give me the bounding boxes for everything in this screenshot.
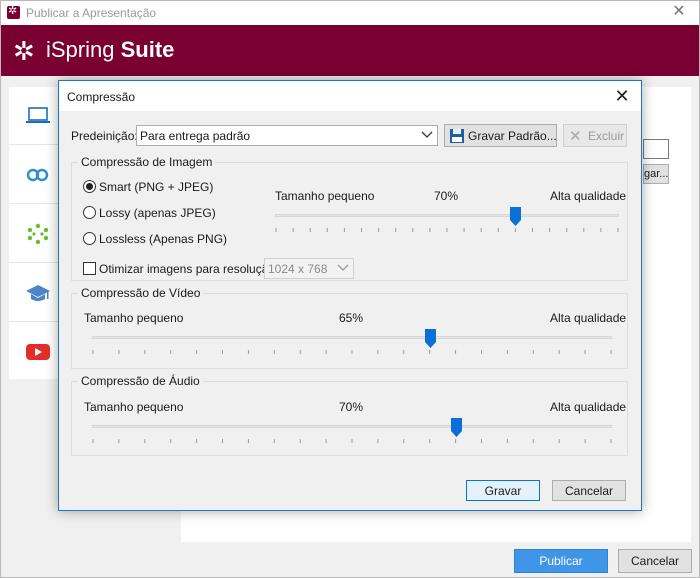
preset-select[interactable]: Para entrega padrão: [136, 125, 438, 146]
video-slider-max-label: Alta qualidade: [550, 311, 627, 325]
brand-name-part2: Suite: [120, 37, 175, 62]
window-titlebar: Publicar a Apresentação ✕: [1, 1, 699, 25]
delete-preset-label: Excluir: [588, 129, 625, 143]
audio-slider-ticks: [92, 439, 612, 443]
dialog-title: Compressão: [67, 90, 136, 104]
dialog-titlebar: Compressão ✕: [59, 81, 641, 111]
window-close-icon[interactable]: ✕: [669, 2, 689, 22]
radio-lossless[interactable]: [83, 232, 96, 245]
dialog-save-button[interactable]: Gravar: [466, 480, 540, 501]
brand-logo: iSpring Suite: [46, 37, 174, 63]
optimize-resolution-checkbox[interactable]: [83, 262, 96, 275]
audio-slider-thumb[interactable]: [450, 418, 462, 437]
publish-button[interactable]: Publicar: [514, 549, 608, 573]
radio-lossy-label: Lossy (apenas JPEG): [99, 206, 216, 220]
nav-item-my-computer[interactable]: [9, 87, 63, 145]
audio-slider-min-label: Tamanho pequeno: [84, 400, 184, 414]
publish-target-nav: [9, 87, 63, 379]
video-compression-title: Compressão de Vídeo: [78, 286, 204, 300]
dialog-close-icon[interactable]: ✕: [611, 85, 633, 107]
audio-slider-max-label: Alta qualidade: [550, 400, 627, 414]
radio-lossless-label: Lossless (Apenas PNG): [99, 232, 228, 246]
preset-label: Predeinição:: [71, 129, 138, 143]
image-compression-title: Compressão de Imagem: [78, 155, 216, 169]
compression-dialog: Compressão ✕ Predeinição: Para entrega p…: [58, 80, 642, 511]
save-preset-button[interactable]: Gravar Padrão...: [444, 124, 557, 147]
ispring-logo-icon: ✲: [13, 36, 35, 66]
cloud-link-icon: [26, 168, 49, 182]
brand-banner: ✲ iSpring Suite: [1, 25, 699, 76]
browse-button[interactable]: gar...: [643, 164, 669, 184]
chevron-down-icon: [337, 264, 349, 271]
ispring-flower-icon: [27, 223, 49, 245]
audio-compression-title: Compressão de Áudio: [78, 374, 203, 388]
save-preset-label: Gravar Padrão...: [468, 129, 557, 143]
preset-selected-value: Para entrega padrão: [140, 129, 251, 143]
image-slider-min-label: Tamanho pequeno: [275, 189, 375, 203]
youtube-icon: [26, 344, 50, 360]
video-compression-group: Compressão de Vídeo Tamanho pequeno 65% …: [71, 286, 628, 369]
browse-button-label: gar...: [644, 168, 669, 180]
nav-item-ispring-learn[interactable]: [9, 205, 63, 263]
laptop-icon: [26, 107, 50, 123]
video-slider-thumb[interactable]: [424, 329, 436, 348]
output-folder-input[interactable]: [643, 139, 669, 159]
chevron-down-icon: [421, 131, 433, 138]
image-slider-value-label: 70%: [434, 189, 459, 203]
nav-item-lms[interactable]: [9, 264, 63, 322]
radio-smart[interactable]: [83, 180, 96, 193]
video-slider-min-label: Tamanho pequeno: [84, 311, 184, 325]
window-title: Publicar a Apresentação: [26, 6, 157, 20]
cancel-button[interactable]: Cancelar: [618, 549, 692, 573]
optimize-resolution-label: Otimizar imagens para resolução:: [99, 262, 279, 276]
resolution-value: 1024 x 768: [268, 262, 328, 276]
image-slider-track[interactable]: [275, 214, 619, 217]
delete-x-icon: ✕: [569, 128, 582, 145]
audio-slider-track[interactable]: [92, 425, 612, 428]
dialog-cancel-button[interactable]: Cancelar: [552, 480, 626, 501]
floppy-disk-icon: [450, 129, 464, 143]
video-slider-track[interactable]: [92, 336, 612, 339]
audio-slider-value-label: 70%: [339, 400, 364, 414]
brand-name-part1: iSpring: [46, 37, 115, 62]
image-slider-ticks: [275, 228, 619, 232]
nav-item-ispring-cloud[interactable]: [9, 146, 63, 204]
nav-item-youtube[interactable]: [9, 323, 63, 381]
image-slider-max-label: Alta qualidade: [550, 189, 627, 203]
app-icon: [7, 4, 20, 19]
video-slider-ticks: [92, 350, 612, 354]
radio-smart-label: Smart (PNG + JPEG): [99, 180, 214, 194]
video-slider-value-label: 65%: [339, 311, 364, 325]
delete-preset-button[interactable]: ✕ Excluir: [563, 124, 627, 147]
radio-lossy[interactable]: [83, 206, 96, 219]
resolution-select[interactable]: 1024 x 768: [264, 258, 354, 279]
audio-compression-group: Compressão de Áudio Tamanho pequeno 70% …: [71, 374, 628, 456]
image-compression-group: Compressão de Imagem Smart (PNG + JPEG) …: [71, 155, 628, 281]
graduation-cap-icon: [26, 285, 50, 301]
image-slider-thumb[interactable]: [510, 207, 522, 226]
